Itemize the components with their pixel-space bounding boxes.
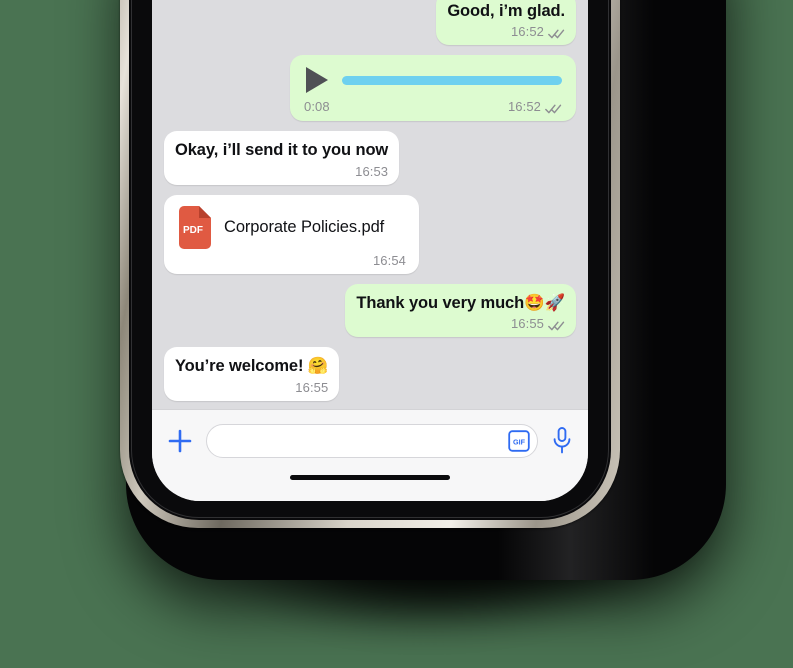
message-row: PDF Corporate Policies.pdf 16:54 (164, 194, 576, 274)
smartphone-device: Good, i’m glad. 16:52 0:08 16:52 Okay, i… (120, 0, 620, 528)
svg-text:GIF: GIF (513, 437, 526, 446)
message-text: You’re welcome! 🤗 (175, 357, 329, 376)
message-timestamp: 16:52 (510, 24, 544, 40)
chat-bubble-incoming[interactable]: You’re welcome! 🤗 16:55 (164, 347, 340, 401)
chat-bubble-document[interactable]: PDF Corporate Policies.pdf 16:54 (164, 194, 419, 274)
home-indicator-area (152, 472, 588, 501)
message-row: Okay, i’ll send it to you now 16:53 (164, 131, 576, 185)
chat-bubble-outgoing[interactable]: Good, i’m glad. 16:52 (436, 0, 576, 46)
message-text: Good, i’m glad. (447, 1, 565, 20)
voice-note-duration: 0:08 (304, 99, 330, 115)
scene-backdrop: Good, i’m glad. 16:52 0:08 16:52 Okay, i… (0, 0, 793, 668)
message-row: Good, i’m glad. 16:52 (164, 0, 576, 46)
message-meta: 16:52 (447, 24, 565, 39)
message-meta: 16:55 (356, 316, 565, 331)
home-indicator[interactable] (290, 475, 450, 480)
double-check-icon (545, 101, 562, 114)
svg-text:PDF: PDF (183, 225, 203, 236)
message-input-field[interactable]: GIF (206, 424, 538, 458)
microphone-icon[interactable] (550, 426, 574, 456)
gif-icon[interactable]: GIF (508, 430, 530, 452)
message-timestamp: 16:54 (372, 252, 406, 268)
message-row: You’re welcome! 🤗 16:55 (164, 347, 576, 401)
message-meta: 16:55 (175, 380, 328, 395)
double-check-icon (548, 318, 565, 331)
message-text-input[interactable] (221, 432, 508, 450)
chat-bubble-outgoing[interactable]: Thank you very much🤩🚀 16:55 (345, 283, 576, 338)
audio-progress-bar[interactable] (342, 75, 562, 85)
message-row: 0:08 16:52 (164, 55, 576, 122)
message-timestamp: 16:55 (295, 380, 329, 395)
message-text: Okay, i’ll send it to you now (175, 141, 389, 160)
message-meta: 0:08 16:52 (304, 99, 562, 114)
message-text: Thank you very much🤩🚀 (356, 293, 565, 312)
message-composer-bar: GIF (152, 409, 588, 472)
message-meta: 16:53 (175, 164, 388, 179)
message-meta: 16:54 (175, 253, 406, 268)
chat-bubble-voice-note[interactable]: 0:08 16:52 (290, 55, 576, 122)
message-timestamp: 16:55 (510, 316, 544, 332)
message-timestamp: 16:52 (507, 99, 541, 115)
pdf-file-icon: PDF (175, 205, 213, 250)
document-file-name: Corporate Policies.pdf (224, 218, 385, 237)
chat-bubble-incoming[interactable]: Okay, i’ll send it to you now 16:53 (164, 131, 400, 185)
plus-icon[interactable] (166, 427, 194, 455)
play-icon[interactable] (306, 67, 328, 94)
message-timestamp: 16:53 (355, 163, 389, 179)
voice-note-controls (304, 67, 562, 97)
chat-message-list[interactable]: Good, i’m glad. 16:52 0:08 16:52 Okay, i… (152, 0, 588, 409)
phone-screen: Good, i’m glad. 16:52 0:08 16:52 Okay, i… (152, 0, 588, 501)
double-check-icon (548, 26, 565, 39)
message-row: Thank you very much🤩🚀 16:55 (164, 283, 576, 338)
document-attachment[interactable]: PDF Corporate Policies.pdf (175, 205, 406, 250)
